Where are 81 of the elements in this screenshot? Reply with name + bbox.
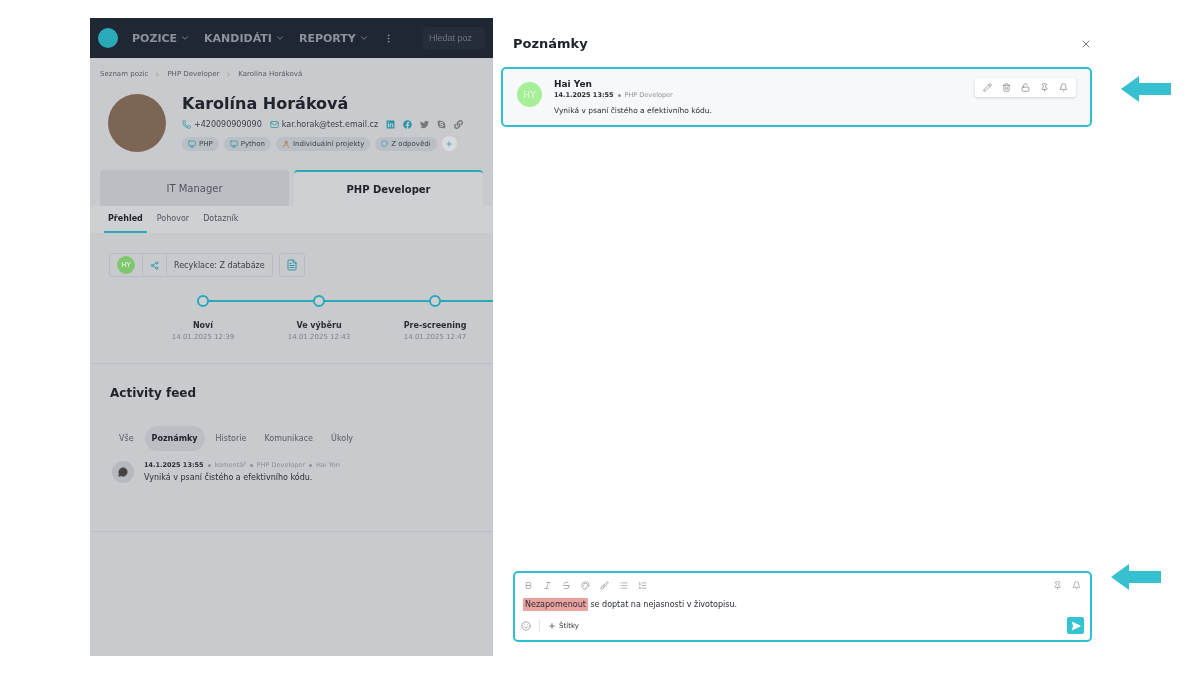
- position-tab[interactable]: IT Manager: [100, 170, 289, 206]
- document-icon: [285, 259, 298, 271]
- arrow-icon: [1111, 564, 1161, 590]
- search-field[interactable]: Hledat poz: [423, 27, 485, 49]
- list-icon: [619, 581, 628, 590]
- separator-dot: [308, 463, 312, 467]
- stage-dot[interactable]: [313, 295, 325, 307]
- unlock-icon: [1021, 83, 1030, 92]
- filter-tab[interactable]: Poznámky: [144, 426, 205, 451]
- chevron-down-icon: [180, 33, 191, 43]
- filter-tab[interactable]: Historie: [208, 426, 254, 451]
- document-button[interactable]: [278, 253, 305, 277]
- user-avatar: HY: [517, 82, 542, 107]
- panel-title: Poznámky: [513, 36, 588, 51]
- facebook-icon[interactable]: [403, 120, 413, 129]
- filter-tab[interactable]: Komunikace: [257, 426, 321, 451]
- plus-icon: [445, 139, 454, 148]
- italic-icon: [543, 581, 552, 590]
- brush-icon: [600, 581, 609, 590]
- stage-name: Pre-screening: [403, 321, 467, 330]
- phone-icon: [182, 120, 191, 129]
- stage-dot[interactable]: [429, 295, 441, 307]
- numbered-list-icon: [638, 581, 647, 590]
- person-icon: [282, 139, 290, 148]
- strikethrough-icon: [562, 581, 571, 590]
- source-label: Recyklace: Z databáze: [173, 259, 266, 272]
- bell-icon: [1059, 83, 1068, 92]
- candidate-name: Karolína Horáková: [182, 94, 350, 113]
- trash-icon: [1002, 83, 1011, 92]
- send-icon: [1070, 620, 1081, 631]
- logo-icon[interactable]: [98, 28, 118, 48]
- filter-tab[interactable]: Úkoly: [324, 426, 361, 451]
- bullet-list-button[interactable]: [616, 579, 631, 592]
- pin-icon: [1053, 581, 1062, 590]
- filter-tab[interactable]: Vše: [112, 426, 141, 451]
- pin-icon: [1040, 83, 1049, 92]
- pencil-icon: [983, 83, 992, 92]
- share-icon[interactable]: [150, 260, 159, 270]
- circle-icon: [381, 140, 389, 147]
- arrow-icon: [1121, 76, 1171, 102]
- monitor-icon: [188, 139, 196, 148]
- plus-icon: [548, 621, 556, 630]
- stage-name: Noví: [192, 321, 214, 330]
- chevron-icon: [225, 70, 233, 78]
- chevron-icon: [154, 70, 162, 78]
- separator-dot: [617, 93, 621, 97]
- note-author: Hai Yen: [554, 79, 594, 89]
- chevron-down-icon: [274, 33, 285, 43]
- add-tag-button[interactable]: [441, 136, 457, 151]
- chevron-down-icon: [358, 33, 369, 43]
- nav-menu[interactable]: KANDIDÁTI: [204, 31, 285, 45]
- link-icon[interactable]: [454, 120, 464, 129]
- nav-menu[interactable]: REPORTY: [298, 31, 369, 45]
- editor-text[interactable]: Nezapomenout se doptat na nejasnosti v životopisu.: [521, 600, 1084, 609]
- phone-contact[interactable]: +420090909090: [182, 120, 262, 129]
- send-button[interactable]: [1067, 617, 1084, 634]
- mail-icon: [269, 120, 279, 129]
- comment-icon: [112, 461, 134, 483]
- photo-placeholder: [108, 94, 166, 152]
- skype-icon[interactable]: [437, 120, 447, 129]
- linkedin-icon[interactable]: [386, 120, 396, 129]
- twitter-icon[interactable]: [420, 120, 430, 129]
- stage-dot[interactable]: [197, 295, 209, 307]
- separator-dot: [207, 463, 211, 467]
- palette-icon: [581, 581, 590, 590]
- email-contact[interactable]: kar.horak@test.email.cz: [269, 120, 379, 129]
- separator-dot: [249, 463, 253, 467]
- sub-tab[interactable]: Dotazník: [199, 206, 243, 233]
- monitor-icon: [229, 139, 238, 148]
- sub-tab[interactable]: Pohovor: [152, 206, 194, 233]
- position-tab[interactable]: PHP Developer: [294, 170, 483, 206]
- palette-button[interactable]: [578, 579, 593, 592]
- brush-button[interactable]: [597, 579, 612, 592]
- bell-icon: [1072, 581, 1081, 590]
- sub-tab[interactable]: Přehled: [104, 206, 147, 233]
- bold-icon: [524, 581, 533, 590]
- section-title: Activity feed: [109, 385, 197, 400]
- nav-menu[interactable]: POZICE: [132, 31, 191, 45]
- stage-name: Ve výběru: [296, 321, 342, 330]
- feed-text: Vyniká v psaní čistého a efektivního kódu.: [144, 473, 314, 482]
- emoji-icon[interactable]: [521, 620, 531, 631]
